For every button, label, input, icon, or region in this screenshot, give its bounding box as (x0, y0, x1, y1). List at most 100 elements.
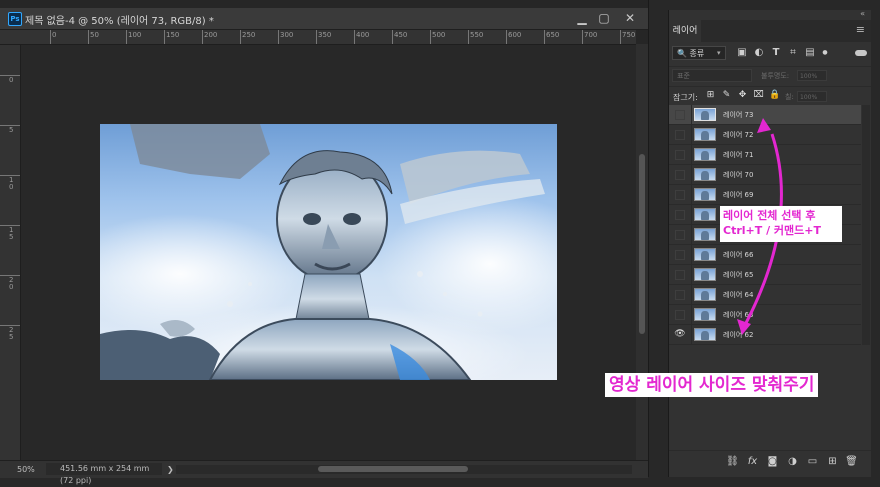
visibility-toggle[interactable] (669, 305, 692, 324)
lock-all-icon[interactable]: 🔒 (769, 90, 780, 101)
document-title: 제목 없음-4 @ 50% (레이어 73, RGB/8) * (25, 16, 214, 27)
ruler-tick-label: 600 (508, 31, 522, 39)
layer-name[interactable]: 레이어 72 (723, 130, 753, 140)
layer-name[interactable]: 레이어 62 (723, 330, 753, 340)
layer-thumbnail[interactable] (694, 208, 716, 221)
layer-name[interactable]: 레이어 63 (723, 310, 753, 320)
ruler-tick-label: 750 (622, 31, 636, 39)
layer-thumbnail[interactable] (694, 188, 716, 201)
layer-thumbnail[interactable] (694, 328, 716, 341)
maximize-button[interactable]: ▢ (594, 10, 614, 26)
layer-name[interactable]: 레이어 73 (723, 110, 753, 120)
ruler-tick-label: 5 (9, 126, 14, 134)
fill-field[interactable]: 100% (797, 91, 827, 102)
layer-thumbnail[interactable] (694, 308, 716, 321)
new-group-icon[interactable]: ▭ (806, 455, 819, 468)
layer-row[interactable]: 레이어 71 (669, 145, 861, 165)
ruler-tick-label: 0 (9, 76, 14, 84)
fx-icon[interactable]: fx (746, 455, 759, 468)
visibility-toggle[interactable] (669, 285, 692, 304)
horizontal-scroll-thumb[interactable] (318, 466, 468, 472)
ruler-tick-label: 200 (204, 31, 218, 39)
visibility-toggle[interactable] (669, 125, 692, 144)
lock-position-icon[interactable]: ✥ (737, 90, 748, 101)
layer-name[interactable]: 레이어 70 (723, 170, 753, 180)
visibility-box (675, 230, 685, 240)
ruler-tick (278, 30, 279, 44)
filter-toggle[interactable] (855, 50, 867, 56)
adjustment-layer-icon[interactable]: ◑ (786, 455, 799, 468)
filter-adjustment-icon[interactable]: ◐ (753, 47, 765, 59)
layer-row[interactable]: 레이어 65 (669, 265, 861, 285)
visibility-toggle[interactable] (669, 185, 692, 204)
layer-row[interactable]: 레이어 66 (669, 245, 861, 265)
layer-thumbnail[interactable] (694, 148, 716, 161)
layer-row[interactable]: 레이어 69 (669, 185, 861, 205)
panel-menu-icon[interactable]: ≡ (856, 23, 865, 36)
layer-name[interactable]: 레이어 64 (723, 290, 753, 300)
filter-smart-object-icon[interactable]: ▤ (804, 47, 816, 59)
lock-brush-icon[interactable]: ✎ (721, 90, 732, 101)
visibility-toggle[interactable] (669, 205, 692, 224)
layer-thumbnail[interactable] (694, 128, 716, 141)
visibility-toggle[interactable] (669, 105, 692, 124)
close-button[interactable]: ✕ (620, 10, 640, 26)
collapse-panels-icon[interactable]: « (860, 9, 865, 18)
ruler-tick (164, 30, 165, 44)
layer-name[interactable]: 레이어 69 (723, 190, 753, 200)
filter-dot-icon[interactable]: ● (819, 47, 831, 59)
ruler-corner[interactable] (0, 30, 21, 45)
horizontal-ruler[interactable]: 0 50 100 150 200 250 300 350 400 450 500 550 600 650 7… (20, 30, 636, 45)
blend-mode-select[interactable]: 표준 (672, 69, 752, 82)
trash-icon[interactable]: 🗑 (845, 455, 858, 468)
layer-row[interactable]: 레이어 63 (669, 305, 861, 325)
layer-row[interactable]: 레이어 73 (669, 105, 861, 125)
layer-filter-row: 🔍 종류 ▾ ▣ ◐ T ⌗ ▤ ● (669, 44, 871, 64)
vertical-scrollbar[interactable] (636, 44, 648, 460)
layer-row[interactable]: 레이어 64 (669, 285, 861, 305)
filter-pixel-icon[interactable]: ▣ (736, 47, 748, 59)
visibility-toggle[interactable] (669, 225, 692, 244)
layer-thumbnail[interactable] (694, 108, 716, 121)
chevron-down-icon[interactable]: ▾ (717, 49, 721, 57)
tab-layers[interactable]: 레이어 (669, 20, 701, 42)
layer-thumbnail[interactable] (694, 228, 716, 241)
layer-row[interactable]: 👁 레이어 62 (669, 325, 861, 345)
layer-row[interactable]: 레이어 70 (669, 165, 861, 185)
layer-thumbnail[interactable] (694, 288, 716, 301)
minimize-button[interactable]: ▁ (572, 10, 592, 26)
filter-type-icon[interactable]: T (770, 47, 782, 59)
lock-transparent-icon[interactable]: ⊞ (705, 90, 716, 101)
visibility-toggle[interactable] (669, 145, 692, 164)
layers-scrollbar[interactable] (862, 105, 870, 345)
canvas-image[interactable] (100, 124, 557, 380)
ruler-tick-label: 650 (546, 31, 560, 39)
layer-thumbnail[interactable] (694, 248, 716, 261)
layer-thumbnail[interactable] (694, 268, 716, 281)
new-layer-icon[interactable]: ⊞ (826, 455, 839, 468)
zoom-level[interactable]: 50% (17, 465, 35, 474)
layer-thumbnail[interactable] (694, 168, 716, 181)
document-dimensions[interactable]: 451.56 mm x 254 mm (72 ppi) (46, 463, 162, 485)
add-mask-icon[interactable]: ◙ (766, 455, 779, 468)
layer-row[interactable]: 레이어 72 (669, 125, 861, 145)
visibility-box (675, 110, 685, 120)
layer-name[interactable]: 레이어 66 (723, 250, 753, 260)
layer-name[interactable]: 레이어 71 (723, 150, 753, 160)
vertical-ruler[interactable]: 0 5 1 0 1 5 2 0 2 5 (0, 45, 21, 460)
eye-icon[interactable]: 👁 (669, 325, 692, 344)
link-layers-icon[interactable]: ⛓ (726, 455, 739, 468)
lock-artboard-icon[interactable]: ⌧ (753, 90, 764, 101)
visibility-box (675, 210, 685, 220)
filter-shape-icon[interactable]: ⌗ (787, 47, 799, 59)
visibility-toggle[interactable] (669, 165, 692, 184)
visibility-toggle[interactable] (669, 265, 692, 284)
status-arrow-icon[interactable]: ❯ (167, 465, 174, 474)
opacity-field[interactable]: 100% (797, 70, 827, 81)
vertical-scroll-thumb[interactable] (639, 154, 645, 334)
annotation-caption: 영상 레이어 사이즈 맞춰주기 (605, 373, 819, 397)
horizontal-scrollbar[interactable] (176, 465, 632, 474)
visibility-toggle[interactable] (669, 245, 692, 264)
document-tab[interactable]: Ps 제목 없음-4 @ 50% (레이어 73, RGB/8) * ▁ ▢ ✕ (0, 8, 648, 30)
layer-name[interactable]: 레이어 65 (723, 270, 753, 280)
